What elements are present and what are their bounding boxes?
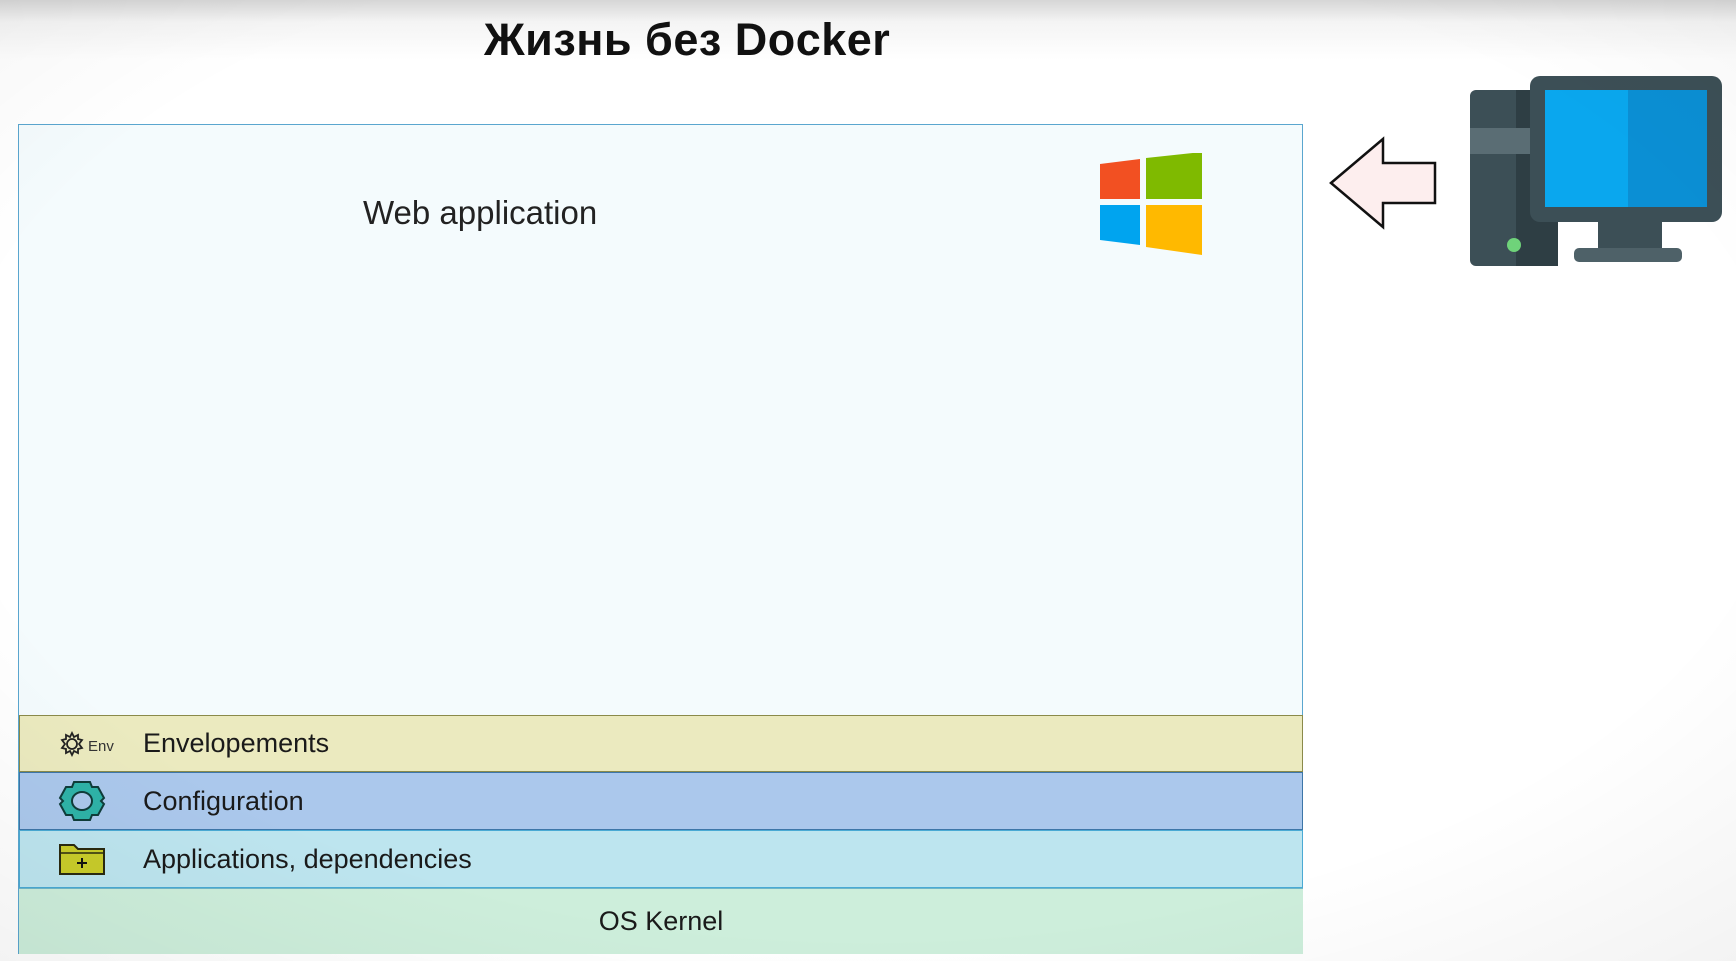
envelopements-label: Envelopements [143,728,330,758]
env-icon-text: Env [88,738,114,755]
os-kernel-label: OS Kernel [598,906,724,936]
gear-icon [58,779,106,823]
slide-title: Жизнь без Docker [484,14,891,65]
software-stack-box: Web application Env Envelopements Config… [18,124,1303,954]
layer-configuration: Configuration [19,772,1303,830]
web-application-label: Web application [363,194,598,231]
layer-applications-dependencies: Applications, dependencies [19,830,1303,888]
layer-envelopements: Env Envelopements [19,715,1303,772]
applications-dependencies-label: Applications, dependencies [143,843,472,874]
folder-plus-icon [58,841,106,877]
configuration-label: Configuration [143,785,304,816]
layer-os-kernel: OS Kernel [19,888,1303,954]
windows-logo-icon [1100,153,1202,255]
arrow-left-icon [1329,136,1437,230]
desktop-computer-icon [1470,76,1722,266]
gear-env-icon: Env [58,730,114,758]
